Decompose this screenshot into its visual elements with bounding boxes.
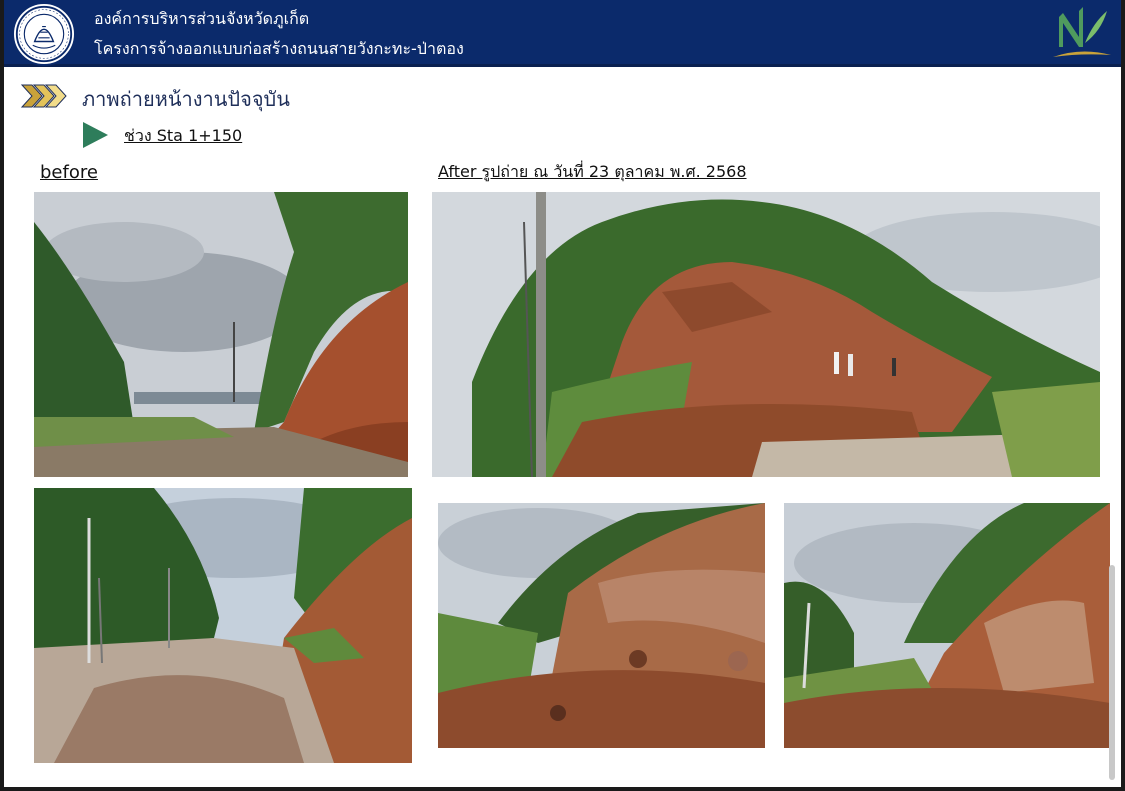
after-photo-2 [438, 503, 765, 748]
after-photo-3 [784, 503, 1110, 748]
scrollbar[interactable] [1109, 565, 1115, 780]
before-photo-2 [34, 488, 412, 763]
project-name: โครงการจ้างออกแบบก่อสร้างถนนสายวังกะทะ-ป… [94, 39, 464, 58]
n-leaf-logo-icon [1049, 3, 1113, 63]
organization-name: องค์การบริหารส่วนจังหวัดภูเก็ต [94, 9, 310, 28]
section-title: ภาพถ่ายหน้างานปัจจุบัน [82, 87, 290, 111]
slide: องค์การบริหารส่วนจังหวัดภูเก็ต โครงการจ้… [4, 0, 1121, 787]
header-bar: องค์การบริหารส่วนจังหวัดภูเก็ต โครงการจ้… [4, 0, 1121, 67]
before-label: before [40, 162, 98, 183]
before-photo-1 [34, 192, 408, 477]
after-photo-main [432, 192, 1100, 477]
after-label: After รูปถ่าย ณ วันที่ 23 ตุลาคม พ.ศ. 25… [438, 162, 747, 181]
station-label: ช่วง Sta 1+150 [124, 126, 243, 145]
triple-chevron-icon [20, 82, 68, 110]
provincial-seal-icon [12, 2, 76, 66]
play-triangle-icon [80, 120, 110, 150]
